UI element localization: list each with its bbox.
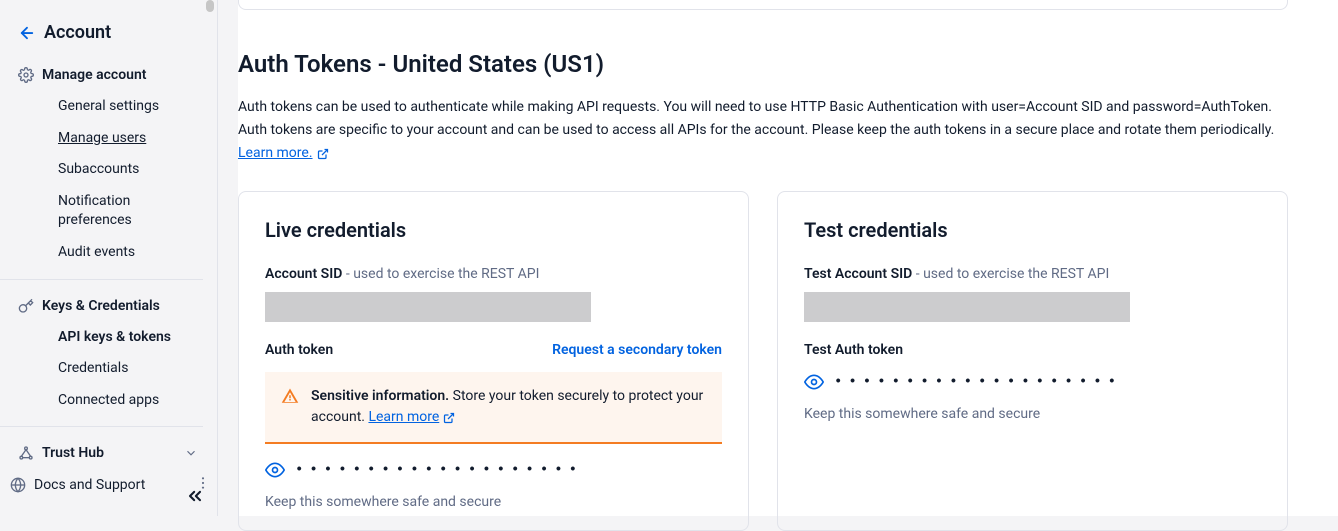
main-content: Auth Tokens - United States (US1) Auth t… — [238, 0, 1338, 516]
request-secondary-token-link[interactable]: Request a secondary token — [552, 342, 722, 358]
external-link-icon — [317, 148, 329, 160]
live-credentials-title: Live credentials — [265, 218, 722, 242]
sensitive-info-banner: Sensitive information. Store your token … — [265, 372, 722, 444]
nav-header-label: Trust Hub — [42, 445, 104, 461]
test-auth-token-header-row: Test Auth token — [804, 342, 1261, 358]
nav-item-audit-events[interactable]: Audit events — [0, 237, 217, 269]
credentials-cards-row: Live credentials Account SID - used to e… — [238, 191, 1288, 531]
nav-item-api-keys-tokens[interactable]: API keys & tokens — [0, 322, 217, 354]
test-credentials-card: Test credentials Test Account SID - used… — [777, 191, 1288, 531]
nav-header-trusthub[interactable]: Trust Hub — [0, 437, 217, 469]
scrollbar-thumb[interactable] — [206, 0, 214, 12]
nav-item-general-settings[interactable]: General settings — [0, 91, 217, 123]
warning-strong: Sensitive information. — [311, 388, 449, 404]
account-sid-value[interactable] — [265, 292, 591, 322]
show-test-token-icon[interactable] — [804, 372, 824, 392]
page-description: Auth tokens can be used to authenticate … — [238, 96, 1288, 165]
account-sid-hint: - used to exercise the REST API — [342, 266, 539, 282]
sidebar-title: Account — [44, 22, 111, 43]
chevron-down-icon — [183, 445, 199, 461]
nav-item-manage-users[interactable]: Manage users — [0, 123, 217, 155]
trusthub-icon — [18, 445, 34, 461]
auth-token-value-row: •••••••••••••••••••• — [265, 460, 722, 480]
auth-token-label: Auth token — [265, 342, 333, 358]
sidebar-header: Account — [0, 0, 217, 55]
nav-divider — [0, 279, 217, 280]
account-sid-label: Account SID — [265, 266, 342, 282]
nav-item-credentials[interactable]: Credentials — [0, 353, 217, 385]
warning-icon — [281, 387, 299, 405]
learn-more-link[interactable]: Learn more. — [238, 142, 329, 165]
auth-token-masked: •••••••••••••••••••• — [295, 462, 583, 478]
test-account-sid-hint: - used to exercise the REST API — [912, 266, 1109, 282]
show-token-icon[interactable] — [265, 460, 285, 480]
warning-learn-more-link[interactable]: Learn more — [368, 407, 455, 428]
account-sid-label-row: Account SID - used to exercise the REST … — [265, 266, 722, 282]
test-account-sid-label-row: Test Account SID - used to exercise the … — [804, 266, 1261, 282]
test-auth-token-label: Test Auth token — [804, 342, 903, 358]
sidebar-scrollbar[interactable] — [203, 0, 217, 440]
page-title: Auth Tokens - United States (US1) — [238, 50, 1338, 78]
nav-header-manage[interactable]: Manage account — [0, 59, 217, 91]
key-icon — [18, 298, 34, 314]
gear-icon — [18, 67, 34, 83]
globe-icon — [10, 477, 26, 493]
nav-header-keys[interactable]: Keys & Credentials — [0, 290, 217, 322]
collapse-sidebar-button[interactable] — [181, 482, 209, 510]
nav-divider — [0, 426, 217, 427]
learn-more-text: Learn more. — [238, 142, 313, 165]
test-credentials-title: Test credentials — [804, 218, 1261, 242]
top-card-border — [238, 0, 1288, 10]
nav-item-subaccounts[interactable]: Subaccounts — [0, 154, 217, 186]
nav-section-manage: Manage account General settings Manage u… — [0, 55, 217, 273]
test-auth-token-value-row: •••••••••••••••••••• — [804, 372, 1261, 392]
auth-token-hint: Keep this somewhere safe and secure — [265, 494, 722, 510]
sidebar: Account Manage account General settings … — [0, 0, 218, 516]
nav-section-trusthub: Trust Hub — [0, 433, 217, 473]
back-arrow-icon[interactable] — [18, 24, 36, 42]
page-description-text: Auth tokens can be used to authenticate … — [238, 99, 1274, 138]
warning-text: Sensitive information. Store your token … — [311, 386, 706, 428]
nav-header-label: Manage account — [42, 67, 146, 83]
docs-label: Docs and Support — [34, 477, 145, 493]
test-account-sid-label: Test Account SID — [804, 266, 912, 282]
test-account-sid-value[interactable] — [804, 292, 1130, 322]
auth-token-header-row: Auth token Request a secondary token — [265, 342, 722, 358]
nav-section-keys: Keys & Credentials API keys & tokens Cre… — [0, 286, 217, 421]
warning-learn-more-text: Learn more — [368, 407, 439, 428]
nav-item-notification-preferences[interactable]: Notification preferences — [0, 186, 217, 237]
nav-item-connected-apps[interactable]: Connected apps — [0, 385, 217, 417]
test-auth-token-masked: •••••••••••••••••••• — [834, 374, 1122, 390]
live-credentials-card: Live credentials Account SID - used to e… — [238, 191, 749, 531]
external-link-icon — [443, 412, 455, 424]
test-auth-token-hint: Keep this somewhere safe and secure — [804, 406, 1261, 422]
nav-header-label: Keys & Credentials — [42, 298, 160, 314]
